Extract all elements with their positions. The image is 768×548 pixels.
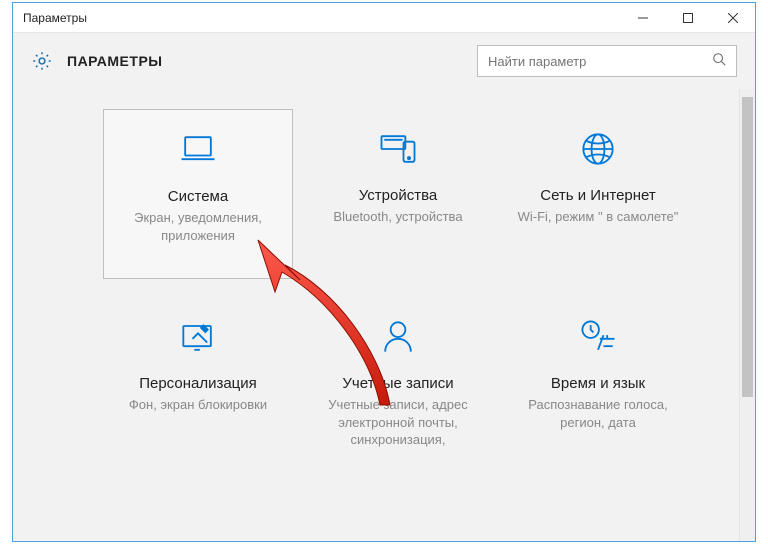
- tile-desc: Учетные записи, адрес электронной почты,…: [313, 396, 483, 449]
- scrollbar-thumb[interactable]: [742, 97, 753, 397]
- tile-desc: Bluetooth, устройства: [333, 208, 462, 226]
- maximize-button[interactable]: [665, 3, 710, 33]
- titlebar: Параметры: [13, 3, 755, 33]
- tile-accounts[interactable]: Учетные записи Учетные записи, адрес эле…: [303, 297, 493, 467]
- search-box[interactable]: [477, 45, 737, 77]
- minimize-button[interactable]: [620, 3, 665, 33]
- tile-desc: Экран, уведомления, приложения: [114, 209, 282, 244]
- tile-desc: Wi-Fi, режим " в самолете": [518, 208, 679, 226]
- tile-desc: Фон, экран блокировки: [129, 396, 267, 414]
- search-input[interactable]: [488, 54, 712, 69]
- header: ПАРАМЕТРЫ: [13, 33, 755, 89]
- tiles-grid-container: Система Экран, уведомления, приложения У…: [13, 89, 739, 541]
- tile-title: Сеть и Интернет: [540, 187, 656, 204]
- tile-network[interactable]: Сеть и Интернет Wi-Fi, режим " в самолет…: [503, 109, 693, 279]
- person-icon: [376, 315, 420, 359]
- settings-window: Параметры ПАРАМЕТРЫ: [12, 2, 756, 542]
- gear-icon: [31, 50, 53, 72]
- window-title: Параметры: [23, 11, 87, 25]
- window-controls: [620, 3, 755, 33]
- tile-system[interactable]: Система Экран, уведомления, приложения: [103, 109, 293, 279]
- devices-icon: [376, 127, 420, 171]
- scrollbar[interactable]: [739, 89, 755, 541]
- tile-desc: Распознавание голоса, регион, дата: [513, 396, 683, 431]
- page-title: ПАРАМЕТРЫ: [67, 53, 163, 69]
- tile-time-language[interactable]: Время и язык Распознавание голоса, регио…: [503, 297, 693, 467]
- globe-icon: [576, 127, 620, 171]
- close-button[interactable]: [710, 3, 755, 33]
- tile-title: Устройства: [359, 187, 437, 204]
- laptop-icon: [176, 128, 220, 172]
- tile-title: Учетные записи: [342, 375, 453, 392]
- tile-title: Система: [168, 188, 228, 205]
- search-icon: [712, 52, 726, 71]
- tile-personalization[interactable]: Персонализация Фон, экран блокировки: [103, 297, 293, 467]
- tile-title: Персонализация: [139, 375, 257, 392]
- content-area: Система Экран, уведомления, приложения У…: [13, 89, 755, 541]
- time-language-icon: [576, 315, 620, 359]
- tile-devices[interactable]: Устройства Bluetooth, устройства: [303, 109, 493, 279]
- tile-title: Время и язык: [551, 375, 645, 392]
- personalization-icon: [176, 315, 220, 359]
